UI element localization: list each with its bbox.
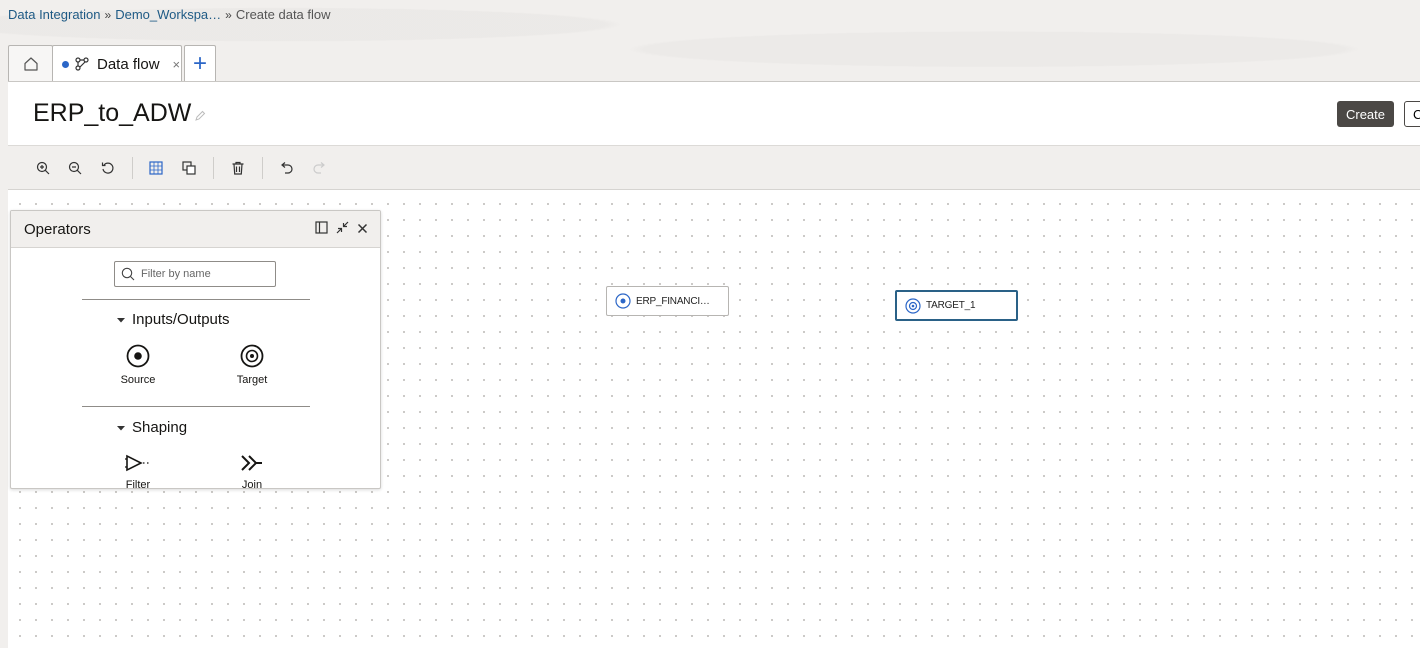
search-icon — [121, 267, 135, 281]
copy-icon[interactable] — [179, 158, 199, 178]
panel-controls — [315, 221, 368, 239]
dock-panel-icon[interactable] — [315, 221, 328, 239]
breadcrumb: Data Integration » Demo_Workspa… » Creat… — [8, 7, 331, 22]
filter-icon — [125, 454, 149, 472]
tab-close-icon[interactable]: × — [173, 57, 181, 72]
target-icon — [240, 344, 264, 368]
operator-search[interactable] — [114, 261, 276, 287]
operators-panel-header: Operators — [11, 211, 380, 248]
toolbar-divider — [262, 157, 263, 179]
tab-home[interactable] — [8, 45, 53, 82]
canvas-toolbar — [8, 146, 1420, 190]
operator-label: Source — [120, 374, 156, 386]
edit-pencil-icon[interactable] — [194, 109, 206, 127]
create-and-close-button[interactable]: C — [1404, 101, 1420, 127]
tab-bar: Data flow × + — [8, 45, 216, 82]
unsaved-indicator — [62, 60, 69, 68]
breadcrumb-separator: » — [104, 7, 112, 22]
section-divider — [82, 406, 310, 407]
section-label: Shaping — [132, 419, 188, 436]
create-button[interactable]: Create — [1337, 101, 1394, 127]
toolbar-divider — [213, 157, 214, 179]
reset-icon[interactable] — [98, 158, 118, 178]
toolbar-divider — [132, 157, 133, 179]
tab-label: Data flow — [97, 55, 160, 73]
section-divider — [82, 299, 310, 300]
breadcrumb-separator: » — [225, 7, 232, 22]
canvas-node-target[interactable]: TARGET_1 — [895, 290, 1018, 321]
node-label: ERP_FINANCI… — [636, 295, 710, 307]
redo-icon[interactable] — [310, 158, 330, 178]
page-title: ERP_to_ADW — [33, 99, 192, 127]
breadcrumb-current: Create data flow — [235, 7, 331, 22]
section-label: Inputs/Outputs — [132, 311, 230, 328]
section-inputs-outputs[interactable]: Inputs/Outputs — [116, 311, 230, 328]
operator-join[interactable]: Join — [222, 453, 282, 489]
operators-panel-title: Operators — [24, 221, 91, 238]
caret-down-icon — [117, 425, 125, 430]
canvas-node-source[interactable]: ERP_FINANCI… — [606, 286, 729, 316]
zoom-in-icon[interactable] — [33, 158, 53, 178]
join-icon — [241, 455, 262, 471]
undo-icon[interactable] — [276, 158, 296, 178]
operators-panel: Operators Inputs/Outputs Source Target — [10, 210, 381, 489]
node-label: TARGET_1 — [926, 300, 976, 311]
collapse-panel-icon[interactable] — [336, 221, 349, 239]
operator-filter[interactable]: Filter — [108, 453, 168, 489]
home-icon — [23, 57, 38, 71]
operator-target[interactable]: Target — [222, 344, 282, 386]
section-shaping[interactable]: Shaping — [116, 419, 187, 436]
tab-data-flow[interactable]: Data flow × — [52, 45, 182, 82]
breadcrumb-workspace[interactable]: Demo_Workspa… — [115, 7, 221, 22]
page-header: ERP_to_ADW Create C — [8, 81, 1420, 146]
data-flow-icon — [75, 57, 89, 71]
close-panel-icon[interactable] — [357, 221, 368, 239]
operator-source[interactable]: Source — [108, 344, 168, 386]
source-icon — [126, 344, 150, 368]
source-icon — [615, 293, 631, 309]
grid-icon[interactable] — [146, 158, 166, 178]
delete-icon[interactable] — [228, 158, 248, 178]
operator-search-input[interactable] — [141, 268, 271, 280]
caret-down-icon — [117, 317, 125, 322]
operator-label: Join — [241, 479, 263, 489]
add-tab-button[interactable]: + — [184, 45, 216, 82]
breadcrumb-data-integration[interactable]: Data Integration — [8, 7, 101, 22]
operator-label: Filter — [125, 479, 151, 489]
zoom-out-icon[interactable] — [65, 158, 85, 178]
target-icon — [905, 297, 921, 314]
operator-label: Target — [236, 374, 268, 386]
